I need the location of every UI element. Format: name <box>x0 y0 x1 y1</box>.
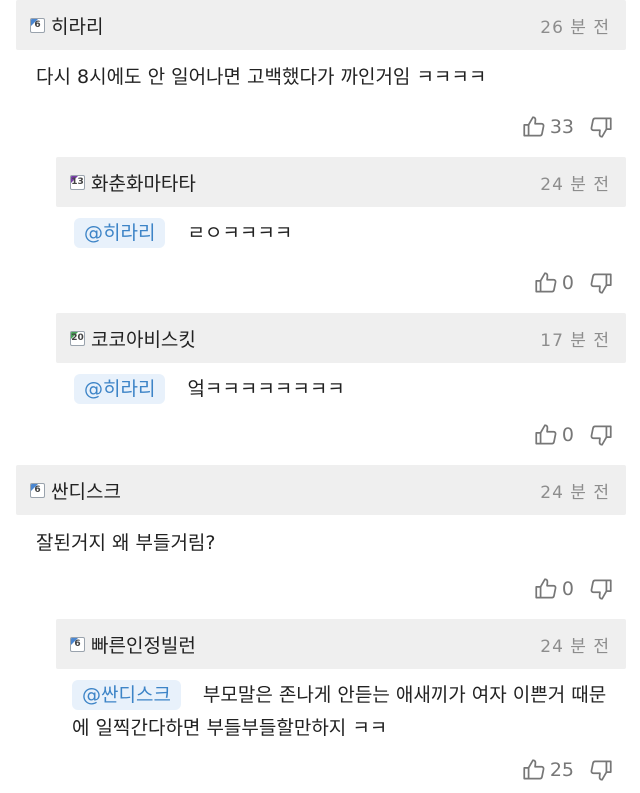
reply-comment: 6 빠른인정빌런 24 분 전 @싼디스크 부모말은 존나게 안듣는 애새끼가 여… <box>56 619 626 793</box>
nickname[interactable]: 히라리 <box>51 12 540 39</box>
level-badge-icon: 6 <box>70 636 85 652</box>
reply-comment: 13 화춘화마타타 24 분 전 @히라리 ㄹㅇㅋㅋㅋㅋ 0 <box>56 157 626 313</box>
comment-text: 다시 8시에도 안 일어나면 고백했다가 까인거임 ㅋㅋㅋㅋ <box>36 66 487 88</box>
timestamp: 24 분 전 <box>540 636 610 657</box>
dislike-button[interactable] <box>588 270 614 296</box>
timestamp: 17 분 전 <box>540 330 610 351</box>
comment: 6 싼디스크 24 분 전 잘된거지 왜 부들거림? 0 <box>16 465 626 611</box>
comment-actions: 0 <box>56 253 626 313</box>
like-count: 0 <box>561 424 574 446</box>
comment-body: @히라리 ㄹㅇㅋㅋㅋㅋ <box>56 207 626 253</box>
comment-actions: 0 <box>56 409 626 461</box>
comment-header: 6 빠른인정빌런 24 분 전 <box>56 619 626 669</box>
like-button[interactable]: 0 <box>533 270 574 296</box>
thumbs-up-icon <box>535 424 557 445</box>
thumbs-up-icon <box>535 578 557 599</box>
comment-actions: 25 <box>56 747 626 793</box>
thumbs-up-icon <box>523 759 545 780</box>
nickname[interactable]: 코코아비스킷 <box>91 325 540 352</box>
thumbs-down-icon <box>590 117 612 138</box>
comment-body: 다시 8시에도 안 일어나면 고백했다가 까인거임 ㅋㅋㅋㅋ <box>16 50 626 99</box>
like-count: 25 <box>549 759 574 781</box>
nickname[interactable]: 싼디스크 <box>51 477 540 504</box>
reply-comment: 20 코코아비스킷 17 분 전 @히라리 엌ㅋㅋㅋㅋㅋㅋㅋㅋ 0 <box>56 313 626 461</box>
like-button[interactable]: 33 <box>521 114 574 140</box>
like-count: 0 <box>561 272 574 294</box>
comment-header: 13 화춘화마타타 24 분 전 <box>56 157 626 207</box>
comment-body: @싼디스크 부모말은 존나게 안듣는 애새끼가 여자 이쁜거 때문에 일찍간다하면… <box>56 669 626 747</box>
level-badge-icon: 13 <box>70 174 85 190</box>
comment: 6 히라리 26 분 전 다시 8시에도 안 일어나면 고백했다가 까인거임 ㅋ… <box>16 0 626 155</box>
comment-header: 6 히라리 26 분 전 <box>16 0 626 50</box>
thumbs-down-icon <box>590 760 612 781</box>
mention-tag[interactable]: @히라리 <box>74 218 166 248</box>
comment-body: 잘된거지 왜 부들거림? <box>16 515 626 567</box>
comment-text: 잘된거지 왜 부들거림? <box>36 532 216 554</box>
thumbs-down-icon <box>590 273 612 294</box>
dislike-button[interactable] <box>588 114 614 140</box>
timestamp: 26 분 전 <box>540 17 610 38</box>
like-button[interactable]: 0 <box>533 422 574 448</box>
dislike-button[interactable] <box>588 757 614 783</box>
timestamp: 24 분 전 <box>540 482 610 503</box>
comment-text: ㄹㅇㅋㅋㅋㅋ <box>187 222 293 244</box>
like-count: 0 <box>561 578 574 600</box>
nickname[interactable]: 빠른인정빌런 <box>91 631 540 658</box>
comment-header: 6 싼디스크 24 분 전 <box>16 465 626 515</box>
nickname[interactable]: 화춘화마타타 <box>91 169 540 196</box>
level-badge-icon: 20 <box>70 330 85 346</box>
mention-tag[interactable]: @싼디스크 <box>72 680 181 710</box>
comment-header: 20 코코아비스킷 17 분 전 <box>56 313 626 363</box>
mention-tag[interactable]: @히라리 <box>74 374 166 404</box>
level-badge-icon: 6 <box>30 17 45 33</box>
like-button[interactable]: 0 <box>533 576 574 602</box>
like-button[interactable]: 25 <box>521 757 574 783</box>
thumbs-up-icon <box>523 116 545 137</box>
dislike-button[interactable] <box>588 576 614 602</box>
timestamp: 24 분 전 <box>540 174 610 195</box>
like-count: 33 <box>549 116 574 138</box>
thumbs-up-icon <box>535 272 557 293</box>
thumbs-down-icon <box>590 425 612 446</box>
comment-actions: 0 <box>16 567 626 611</box>
dislike-button[interactable] <box>588 422 614 448</box>
thumbs-down-icon <box>590 579 612 600</box>
comment-body: @히라리 엌ㅋㅋㅋㅋㅋㅋㅋㅋ <box>56 363 626 409</box>
comment-text: 엌ㅋㅋㅋㅋㅋㅋㅋㅋ <box>187 378 345 400</box>
level-badge-icon: 6 <box>30 482 45 498</box>
comment-actions: 33 <box>16 99 626 155</box>
